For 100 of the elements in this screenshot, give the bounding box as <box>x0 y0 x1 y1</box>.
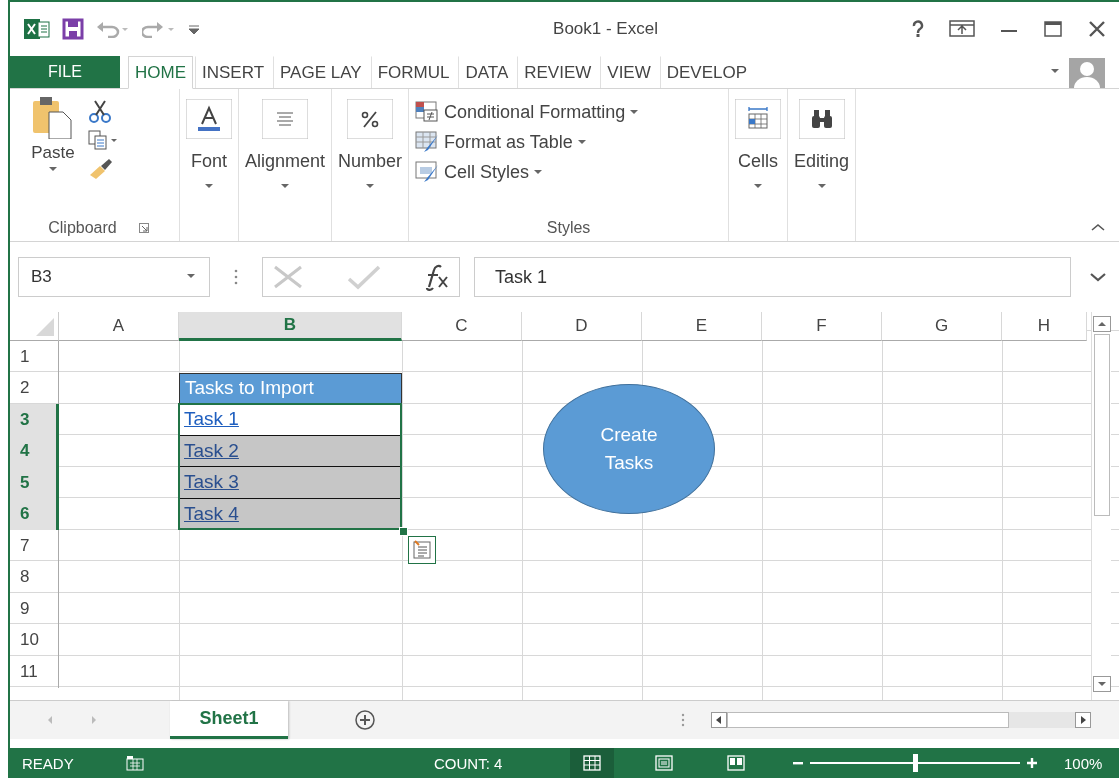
row-header[interactable]: 8 <box>10 561 59 593</box>
help-icon[interactable] <box>911 20 925 38</box>
save-icon[interactable] <box>62 18 84 40</box>
row-header[interactable]: 5 <box>10 467 59 499</box>
table-cell[interactable]: Task 3 <box>179 467 402 499</box>
ribbon-group-button[interactable]: Number <box>336 93 405 194</box>
column-header[interactable]: E <box>642 312 762 341</box>
cut-icon[interactable] <box>88 99 114 123</box>
column-header[interactable]: G <box>882 312 1002 341</box>
column-header[interactable]: A <box>59 312 179 341</box>
style-menu-button[interactable]: Conditional Formatting <box>415 101 723 123</box>
scroll-right-icon[interactable] <box>1075 712 1091 728</box>
group-label: Styles <box>545 219 592 237</box>
ribbon-display-icon[interactable] <box>949 20 975 38</box>
fill-handle[interactable] <box>399 527 408 536</box>
row-header[interactable]: 4 <box>10 435 59 467</box>
ribbon-tab[interactable]: REVIEW <box>517 56 599 88</box>
zoom-in-icon[interactable] <box>1026 757 1038 769</box>
caret-icon <box>534 170 543 174</box>
hyperlink[interactable]: Task 2 <box>184 439 239 462</box>
caret-icon <box>630 110 639 114</box>
caret-icon <box>754 184 763 188</box>
column-header[interactable]: H <box>1002 312 1087 341</box>
caret-icon <box>577 140 586 144</box>
view-page-break-icon <box>727 755 745 771</box>
caret-icon <box>49 167 57 171</box>
view-page-layout-icon <box>655 755 673 771</box>
excel-logo-icon <box>24 18 50 40</box>
row-header[interactable]: 7 <box>10 530 59 562</box>
ribbon-tab[interactable]: DATA <box>458 56 516 88</box>
ribbon-group-button[interactable]: Font <box>184 93 234 194</box>
row-header[interactable]: 6 <box>10 498 59 530</box>
view-normal-button[interactable] <box>570 748 614 778</box>
caret-icon <box>366 184 375 188</box>
caret-icon <box>281 184 289 188</box>
percent-icon <box>347 99 394 139</box>
ribbon-group-button[interactable]: Editing <box>792 93 852 194</box>
ribbon-tab[interactable]: VIEW <box>600 56 658 88</box>
caret-icon <box>817 184 826 188</box>
window-title: Book1 - Excel <box>552 19 659 39</box>
row-header[interactable]: 1 <box>10 341 59 373</box>
hyperlink[interactable]: Task 3 <box>184 471 239 494</box>
font-color-icon <box>186 99 232 139</box>
ribbon-tab[interactable]: PAGE LAY <box>273 56 369 88</box>
caret-icon <box>205 184 213 188</box>
ribbon-tab[interactable]: FORMUL <box>370 56 457 88</box>
grip-icon <box>234 269 238 285</box>
collapse-ribbon-icon[interactable] <box>1091 223 1105 231</box>
customize-toolbar-icon[interactable] <box>188 22 200 36</box>
quick-analysis-button[interactable] <box>408 536 436 564</box>
macro-recording-icon[interactable] <box>126 755 144 771</box>
group-label: Clipboard <box>48 219 117 237</box>
close-icon[interactable] <box>1087 20 1107 38</box>
ribbon-group-button[interactable]: Cells <box>733 93 784 194</box>
conditional-formatting-icon <box>415 101 440 123</box>
sheet-tab[interactable]: Sheet1 <box>170 701 288 739</box>
style-menu-button[interactable]: Format as Table <box>415 131 723 153</box>
expand-formula-bar-icon[interactable] <box>1089 272 1107 282</box>
maximize-icon[interactable] <box>1043 20 1063 38</box>
ribbon-tab[interactable]: INSERT <box>195 56 272 88</box>
ribbon-tab[interactable]: HOME <box>128 56 193 89</box>
cell-styles-icon <box>415 161 440 183</box>
copy-icon[interactable] <box>88 129 118 151</box>
style-menu-button[interactable]: Cell Styles <box>415 161 723 183</box>
column-header[interactable]: B <box>179 312 402 341</box>
scrollbar-thumb[interactable] <box>727 712 1009 728</box>
hyperlink[interactable]: Task 1 <box>184 408 239 431</box>
name-box[interactable]: B3 <box>18 257 210 297</box>
file-tab[interactable]: FILE <box>10 56 120 88</box>
column-header[interactable]: F <box>762 312 882 341</box>
scrollbar-thumb[interactable] <box>1093 334 1110 516</box>
hyperlink[interactable]: Task 4 <box>184 502 239 525</box>
column-header[interactable]: C <box>402 312 522 341</box>
view-normal-icon <box>583 755 601 771</box>
ribbon-tab[interactable]: DEVELOP <box>659 56 755 88</box>
clipboard-icon <box>31 95 75 139</box>
row-header[interactable]: 11 <box>10 656 59 688</box>
row-header[interactable]: 3 <box>10 404 59 436</box>
scroll-down-icon[interactable] <box>1092 676 1111 692</box>
column-header[interactable]: D <box>522 312 642 341</box>
formula-field[interactable]: Task 1 <box>474 257 1071 297</box>
row-header[interactable]: 10 <box>10 624 59 656</box>
binoculars-icon <box>798 99 845 139</box>
dialog-launcher-icon[interactable] <box>138 223 149 233</box>
paste-button[interactable]: Paste <box>24 95 82 219</box>
format-painter-icon[interactable] <box>88 157 114 179</box>
new-sheet-icon[interactable] <box>354 709 376 731</box>
row-header[interactable]: 9 <box>10 593 59 625</box>
scroll-left-icon[interactable] <box>711 712 727 728</box>
ribbon-group-button[interactable]: Alignment <box>243 93 328 194</box>
scroll-up-icon[interactable] <box>1092 316 1111 332</box>
table-header-cell: Tasks to Import <box>179 372 402 404</box>
table-grid-icon <box>735 99 782 139</box>
table-cell[interactable]: Task 2 <box>179 435 402 467</box>
status-text: READY <box>22 754 75 772</box>
align-lines-icon <box>262 99 308 139</box>
format-table-icon <box>415 131 440 153</box>
caret-icon <box>187 274 197 280</box>
account-dropdown-icon[interactable] <box>1051 69 1061 75</box>
zoom-level[interactable]: 100% <box>1064 754 1103 772</box>
